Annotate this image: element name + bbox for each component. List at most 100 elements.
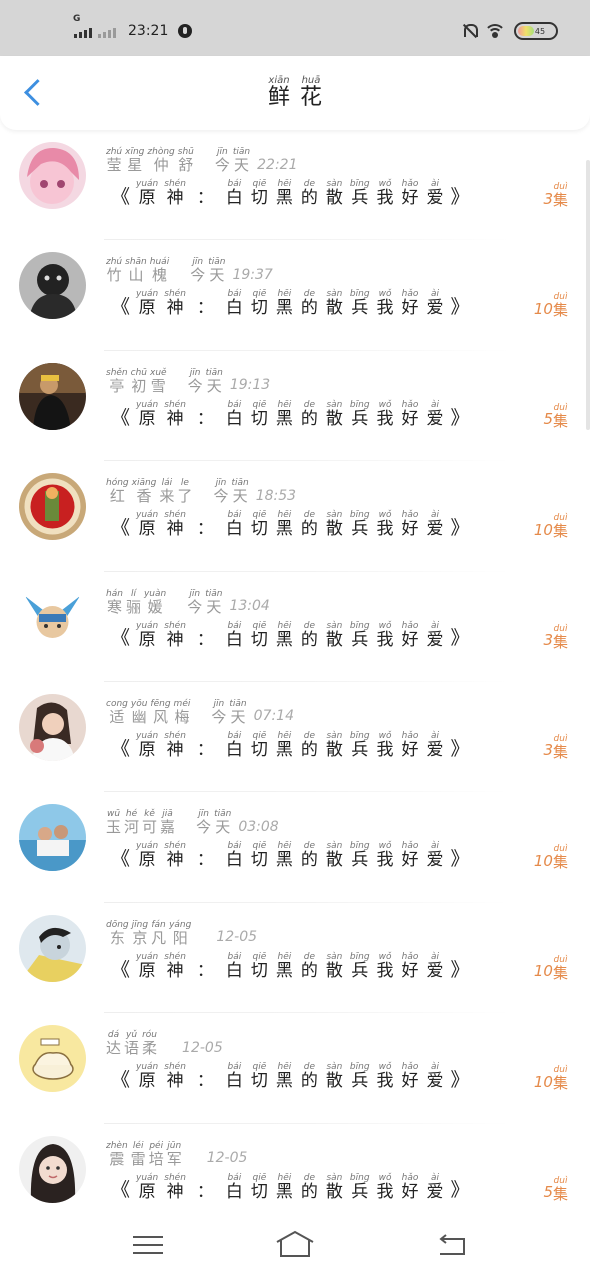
- return-icon[interactable]: [436, 1234, 466, 1256]
- count-number: 3: [543, 631, 553, 650]
- user-name-char: chū 初: [131, 368, 147, 395]
- list-item[interactable]: dá 达 yǔ 语 róu 柔 12-05 《 yuán 原 shén 神 ： bái 白 qiē 切 hēi 黑 d…: [0, 1013, 590, 1124]
- close-bracket: 》: [450, 737, 470, 760]
- avatar[interactable]: [19, 1025, 86, 1093]
- episode-count: 10 duì 集: [534, 844, 568, 871]
- hanzi-char: 鲜: [267, 85, 290, 110]
- open-bracket: 《: [111, 1068, 131, 1091]
- avatar[interactable]: [19, 142, 86, 209]
- hanzi-char: 舒: [178, 156, 194, 174]
- user-name-char: huái 槐: [150, 257, 169, 284]
- list-item[interactable]: hán 寒 lí 骊 yuàn 媛 jīn 今 tiān 天 13:04 《 yuán 原 shén 神 ： bá…: [0, 572, 590, 682]
- message-char: bái 白: [225, 841, 244, 870]
- status-time: 23:21: [128, 23, 169, 39]
- list-item[interactable]: wū 玉 hé 河 kě 可 jiā 嘉 jīn 今 tiān 天 03:08 《 yuán 原 shén 神 ： b…: [0, 792, 590, 903]
- avatar[interactable]: [19, 693, 86, 761]
- count-number: 5: [543, 1183, 553, 1202]
- hanzi-char: 骊: [125, 597, 141, 616]
- hanzi-char: 军: [166, 1149, 182, 1168]
- home-icon[interactable]: [275, 1230, 315, 1258]
- hanzi-char: 原: [138, 1071, 156, 1092]
- message-char: ài 爱: [426, 841, 445, 870]
- avatar[interactable]: [19, 473, 86, 541]
- close-bracket: 》: [450, 848, 470, 871]
- hanzi-char: 神: [166, 960, 184, 981]
- hanzi-char: 黑: [275, 739, 293, 760]
- count-unit: duì 集: [553, 182, 568, 209]
- user-name-char: shū 舒: [178, 147, 194, 174]
- avatar[interactable]: [19, 583, 86, 651]
- avatar[interactable]: [19, 252, 86, 320]
- timestamp: 22:21: [257, 156, 298, 173]
- hanzi-char: 我: [376, 1071, 394, 1092]
- timestamp: 12-05: [206, 1150, 248, 1167]
- message-char: qiē 切: [250, 1173, 269, 1202]
- timestamp: 12-05: [216, 929, 258, 946]
- avatar[interactable]: [19, 914, 86, 982]
- hanzi-char: 竹: [106, 266, 122, 285]
- hanzi-char: 兵: [351, 1071, 369, 1092]
- scrollbar[interactable]: [586, 160, 590, 430]
- hanzi-char: 散: [325, 739, 343, 760]
- message-char: yuán 原: [136, 841, 158, 870]
- episode-count: 10 duì 集: [534, 955, 568, 982]
- user-name-char: kě 可: [142, 809, 157, 836]
- list-item[interactable]: zhèn 震 léi 雷 péi 培 jūn 军 12-05 《 yuán 原 shén 神 ： bái 白 qi…: [0, 1124, 590, 1210]
- list-item[interactable]: hóng 红 xiāng 香 lái 来 le 了 jīn 今 tiān 天 18:53 《 yuán 原 sh…: [0, 461, 590, 572]
- hanzi-char: 白: [225, 629, 243, 650]
- message-char: sàn 散: [325, 1062, 344, 1091]
- hanzi-char: 黑: [275, 298, 293, 319]
- hanzi-char: 爱: [426, 850, 444, 871]
- user-name-char: yǔ 语: [124, 1030, 139, 1057]
- list-item[interactable]: zhú 莹 xīng 星 zhòng 仲 shū 舒 jīn 今 tiān 天 22:21 《 yuán 原 s…: [0, 130, 590, 241]
- user-name-char: cong 适: [106, 699, 128, 726]
- hanzi-char: 兵: [351, 960, 369, 981]
- message-char: hēi 黑: [275, 510, 294, 539]
- colon: ：: [196, 298, 214, 319]
- hanzi-char: 集: [552, 742, 568, 761]
- hanzi-char: 京: [132, 928, 148, 947]
- hanzi-char: 原: [138, 960, 156, 981]
- list-item[interactable]: cong 适 yōu 幽 fēng 风 méi 梅 jīn 今 tiān 天 07:14 《 yuán 原 sh…: [0, 682, 590, 793]
- avatar[interactable]: [19, 362, 86, 430]
- message-char: wǒ 我: [376, 289, 395, 318]
- message-char: yuán 原: [136, 621, 158, 650]
- hanzi-char: 天: [209, 266, 225, 285]
- hanzi-char: 我: [376, 408, 394, 429]
- open-bracket: 《: [111, 627, 131, 650]
- hanzi-char: 今: [214, 156, 230, 174]
- hanzi-char: 黑: [275, 519, 293, 540]
- message-char: bīng 兵: [350, 289, 370, 318]
- hanzi-char: 好: [401, 739, 419, 760]
- wifi-icon: [486, 24, 504, 38]
- item-meta: dōng 东 jīng 京 fán 凡 yáng 阳 12-05: [106, 920, 257, 947]
- hanzi-char: 爱: [426, 1181, 444, 1202]
- hanzi-char: 的: [300, 519, 318, 540]
- list-item[interactable]: dōng 东 jīng 京 fán 凡 yáng 阳 12-05 《 yuán 原 shén 神 ： bái 白…: [0, 903, 590, 1014]
- hanzi-char: 原: [138, 188, 156, 208]
- hanzi-char: 切: [250, 850, 268, 871]
- open-bracket: 《: [111, 848, 131, 871]
- avatar[interactable]: [19, 1135, 86, 1203]
- open-bracket: 《: [111, 516, 131, 539]
- menu-icon[interactable]: [133, 1234, 163, 1256]
- hanzi-char: 我: [376, 298, 394, 319]
- message-char: sàn 散: [325, 1173, 344, 1202]
- user-name-char: hóng 红: [106, 478, 129, 505]
- conversation-list[interactable]: zhú 莹 xīng 星 zhòng 仲 shū 舒 jīn 今 tiān 天 22:21 《 yuán 原 s…: [0, 130, 590, 1210]
- episode-count: 5 duì 集: [543, 1176, 568, 1203]
- date-char: tiān 天: [231, 478, 248, 505]
- hanzi-char: 今: [187, 376, 203, 395]
- count-number: 10: [533, 962, 553, 981]
- avatar[interactable]: [19, 804, 86, 872]
- date-char: jīn 今: [215, 147, 230, 174]
- message-char: de 的: [300, 400, 319, 429]
- message-char: de 的: [300, 1173, 319, 1202]
- list-item[interactable]: zhú 竹 shān 山 huái 槐 jīn 今 tiān 天 19:37 《 yuán 原 shén 神 ：…: [0, 240, 590, 351]
- message-char: ài 爱: [426, 731, 445, 760]
- count-number: 10: [533, 1072, 553, 1091]
- hanzi-char: 好: [401, 960, 419, 981]
- list-item[interactable]: shěn 亭 chū 初 xuě 雪 jīn 今 tiān 天 19:13 《 yuán 原 shén 神 ： b…: [0, 351, 590, 462]
- hanzi-char: 兵: [351, 298, 369, 319]
- message-char: bīng 兵: [350, 1173, 370, 1202]
